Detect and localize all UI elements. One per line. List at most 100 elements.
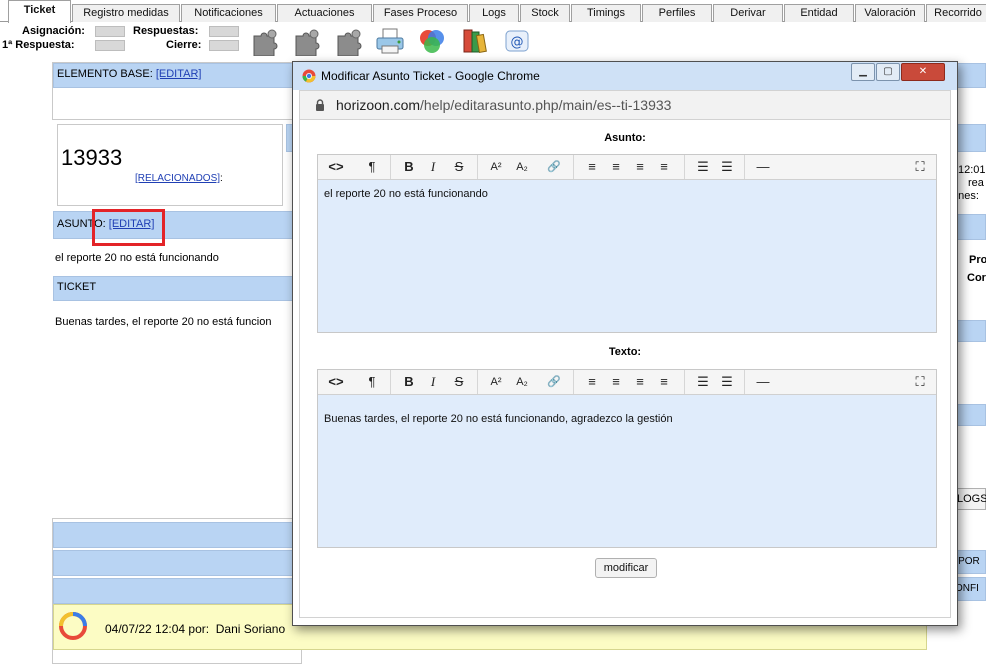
toolbar-separator [390,370,391,394]
primera-respuesta-value [95,40,125,51]
justify-icon[interactable]: ≡ [654,158,674,176]
texto-edit-area[interactable]: Buenas tardes, el reporte 20 no está fun… [318,395,936,547]
justify-icon[interactable]: ≡ [654,373,674,391]
toolbar-separator [390,155,391,179]
toolbar-separator [477,155,478,179]
comments-band-3 [53,578,301,604]
subscript-icon[interactable]: A₂ [512,158,532,176]
paragraph-icon[interactable]: ¶ [362,158,382,176]
right-pro: Pro [969,254,986,266]
tab-derivar[interactable]: Derivar [713,4,783,22]
tab-valoracion[interactable]: Valoración [855,4,925,22]
email-icon[interactable]: @ [501,26,533,56]
respuestas-value [209,26,239,37]
respuestas-label: Respuestas: [133,25,199,37]
url-text: horizoon.com/help/editarasunto.php/main/… [336,97,672,113]
bold-icon[interactable]: B [399,373,419,391]
address-bar[interactable]: horizoon.com/help/editarasunto.php/main/… [299,90,951,120]
popup-window: Modificar Asunto Ticket - Google Chrome … [292,61,958,626]
maximize-icon: ▢ [883,66,893,77]
toolbar-separator [744,370,745,394]
bold-icon[interactable]: B [399,158,419,176]
asunto-editor: <> ¶ B I S A² A₂ 🔗 ≡ ≡ ≡ ≡ ☰ ☰ — ⛶ el re… [317,154,937,333]
horizontal-rule-icon[interactable]: — [753,158,773,176]
fullscreen-icon[interactable]: ⛶ [910,158,930,176]
toolbar-separator [573,370,574,394]
align-right-icon[interactable]: ≡ [630,373,650,391]
elemento-base-editar-link[interactable]: [EDITAR] [156,68,202,80]
tab-stock[interactable]: Stock [520,4,570,22]
code-view-icon[interactable]: <> [326,373,346,391]
svg-text:@: @ [511,35,524,50]
tab-registro-medidas[interactable]: Registro medidas [72,4,180,22]
elemento-base-label: ELEMENTO BASE: [EDITAR] [57,68,202,80]
comments-band-2 [53,550,301,576]
tab-actuaciones[interactable]: Actuaciones [277,4,372,22]
tab-perfiles[interactable]: Perfiles [642,4,712,22]
puzzle-icon[interactable] [292,26,324,56]
tab-recorrido[interactable]: Recorrido [926,4,986,22]
puzzle-icon[interactable] [250,26,282,56]
numbered-list-icon[interactable]: ☰ [717,373,737,391]
numbered-list-icon[interactable]: ☰ [717,158,737,176]
bullet-list-icon[interactable]: ☰ [693,158,713,176]
minimize-icon: ▁ [859,66,867,77]
paragraph-icon[interactable]: ¶ [362,373,382,391]
tab-entidad[interactable]: Entidad [784,4,854,22]
horizontal-rule-icon[interactable]: — [753,373,773,391]
fullscreen-icon[interactable]: ⛶ [910,373,930,391]
superscript-icon[interactable]: A² [486,158,506,176]
asunto-edit-area[interactable]: el reporte 20 no está funcionando [318,180,936,332]
bullet-list-icon[interactable]: ☰ [693,373,713,391]
align-right-icon[interactable]: ≡ [630,158,650,176]
strikethrough-icon[interactable]: S [449,373,469,391]
colors-icon[interactable] [416,26,448,56]
asunto-edit-text: el reporte 20 no está funcionando [324,188,488,200]
align-center-icon[interactable]: ≡ [606,158,626,176]
maximize-button[interactable]: ▢ [876,63,900,81]
puzzle-icon[interactable] [334,26,366,56]
italic-icon[interactable]: I [423,373,443,391]
close-icon: ✕ [918,66,928,77]
asunto-text: el reporte 20 no está funcionando [55,252,219,264]
subscript-icon[interactable]: A₂ [512,373,532,391]
tab-bar: Ticket Registro medidas Notificaciones A… [0,0,986,23]
asunto-editor-label: Asunto: [604,132,646,144]
modificar-button[interactable]: modificar [595,558,657,578]
asignacion-value [95,26,125,37]
align-center-icon[interactable]: ≡ [606,373,626,391]
popup-titlebar[interactable]: Modificar Asunto Ticket - Google Chrome … [293,62,957,90]
toolbar-separator [477,370,478,394]
relacionados-link[interactable]: [RELACIONADOS] [135,173,220,184]
ticket-label: TICKET [57,281,97,293]
superscript-icon[interactable]: A² [486,373,506,391]
code-view-icon[interactable]: <> [326,158,346,176]
tab-notificaciones[interactable]: Notificaciones [181,4,276,22]
align-left-icon[interactable]: ≡ [582,158,602,176]
align-left-icon[interactable]: ≡ [582,373,602,391]
right-rea: rea [968,177,984,189]
toolbar-separator [684,370,685,394]
minimize-button[interactable]: ▁ [851,63,875,81]
popup-title: Modificar Asunto Ticket - Google Chrome [321,69,540,83]
primera-respuesta-label: 1ª Respuesta: [2,39,75,51]
texto-editor-label: Texto: [608,346,642,358]
comment-meta: 04/07/22 12:04 por: Dani Soriano [105,622,286,636]
link-icon[interactable]: 🔗 [544,158,564,176]
comments-band-1 [53,522,301,548]
right-cor: Cor [967,272,986,284]
strikethrough-icon[interactable]: S [449,158,469,176]
texto-edit-text: Buenas tardes, el reporte 20 no está fun… [324,413,673,425]
chrome-icon [302,69,316,83]
close-button[interactable]: ✕ [901,63,945,81]
books-icon[interactable] [458,26,490,56]
italic-icon[interactable]: I [423,158,443,176]
tab-fases-proceso[interactable]: Fases Proceso [373,4,468,22]
tab-ticket[interactable]: Ticket [8,0,71,23]
asunto-editor-toolbar: <> ¶ B I S A² A₂ 🔗 ≡ ≡ ≡ ≡ ☰ ☰ — ⛶ [318,155,936,180]
tab-timings[interactable]: Timings [571,4,641,22]
link-icon[interactable]: 🔗 [544,373,564,391]
tab-logs[interactable]: Logs [469,4,519,22]
texto-editor: <> ¶ B I S A² A₂ 🔗 ≡ ≡ ≡ ≡ ☰ ☰ — ⛶ Buena… [317,369,937,548]
printer-icon[interactable] [374,26,406,56]
